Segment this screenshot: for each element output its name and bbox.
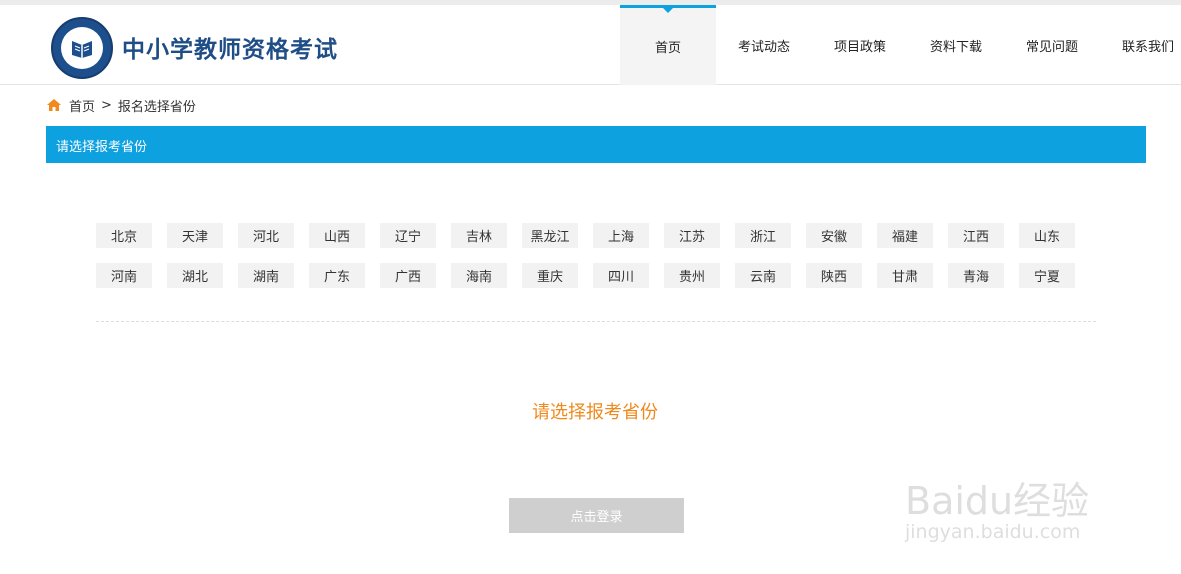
province-button[interactable]: 吉林: [451, 223, 507, 248]
province-button[interactable]: 福建: [877, 223, 933, 248]
province-button[interactable]: 天津: [167, 223, 223, 248]
province-button[interactable]: 湖北: [167, 263, 223, 288]
watermark-url: jingyan.baidu.com: [905, 521, 1081, 543]
logo-emblem: [61, 27, 103, 69]
province-row: 河南 湖北 湖南 广东 广西 海南 重庆 四川 贵州 云南 陕西 甘肃 青海 宁…: [96, 263, 1096, 288]
home-icon[interactable]: [46, 98, 62, 112]
select-province-prompt: 请选择报考省份: [532, 402, 658, 423]
site-title[interactable]: 中小学教师资格考试: [122, 30, 338, 64]
province-button[interactable]: 山东: [1019, 223, 1075, 248]
province-button[interactable]: 辽宁: [380, 223, 436, 248]
province-button[interactable]: 海南: [451, 263, 507, 288]
province-button[interactable]: 湖南: [238, 263, 294, 288]
province-button[interactable]: 山西: [309, 223, 365, 248]
province-button[interactable]: 浙江: [735, 223, 791, 248]
province-row: 北京 天津 河北 山西 辽宁 吉林 黑龙江 上海 江苏 浙江 安徽 福建 江西 …: [96, 223, 1096, 248]
province-button[interactable]: 陕西: [806, 263, 862, 288]
site-logo[interactable]: [51, 17, 113, 79]
province-button[interactable]: 贵州: [664, 263, 720, 288]
breadcrumb-separator: >: [101, 97, 112, 113]
watermark-brand: Baidu经验: [905, 479, 1090, 523]
book-icon: [72, 41, 92, 58]
province-button[interactable]: 北京: [96, 223, 152, 248]
province-button[interactable]: 江苏: [664, 223, 720, 248]
breadcrumb-home[interactable]: 首页: [69, 96, 95, 115]
breadcrumb: 首页 > 报名选择省份: [46, 96, 196, 115]
province-button[interactable]: 青海: [948, 263, 1004, 288]
nav-item-contact[interactable]: 联系我们: [1100, 5, 1181, 85]
province-button[interactable]: 广东: [309, 263, 365, 288]
province-button[interactable]: 四川: [593, 263, 649, 288]
province-list: 北京 天津 河北 山西 辽宁 吉林 黑龙江 上海 江苏 浙江 安徽 福建 江西 …: [96, 223, 1096, 303]
header: 中小学教师资格考试 首页 考试动态 项目政策 资料下载 常见问题 联系我们: [0, 5, 1181, 85]
main-nav: 首页 考试动态 项目政策 资料下载 常见问题 联系我们: [620, 5, 1181, 85]
breadcrumb-current: 报名选择省份: [117, 99, 196, 115]
province-button[interactable]: 黑龙江: [522, 223, 578, 248]
nav-item-home[interactable]: 首页: [620, 5, 716, 85]
nav-item-downloads[interactable]: 资料下载: [908, 5, 1004, 85]
nav-item-policy[interactable]: 项目政策: [812, 5, 908, 85]
province-button[interactable]: 河北: [238, 223, 294, 248]
nav-item-exam-news[interactable]: 考试动态: [716, 5, 812, 85]
province-button[interactable]: 上海: [593, 223, 649, 248]
login-button[interactable]: 点击登录: [509, 498, 684, 533]
province-button[interactable]: 广西: [380, 263, 436, 288]
province-button[interactable]: 河南: [96, 263, 152, 288]
province-button[interactable]: 江西: [948, 223, 1004, 248]
province-button[interactable]: 云南: [735, 263, 791, 288]
province-button[interactable]: 重庆: [522, 263, 578, 288]
baidu-jingyan-watermark: Baidu经验 jingyan.baidu.com: [905, 455, 1120, 555]
province-button[interactable]: 宁夏: [1019, 263, 1075, 288]
province-button[interactable]: 安徽: [806, 223, 862, 248]
section-title: 请选择报考省份: [56, 140, 148, 155]
province-button[interactable]: 甘肃: [877, 263, 933, 288]
section-header-bar: 请选择报考省份: [46, 126, 1146, 163]
nav-item-faq[interactable]: 常见问题: [1004, 5, 1100, 85]
dashed-divider: [96, 321, 1096, 322]
